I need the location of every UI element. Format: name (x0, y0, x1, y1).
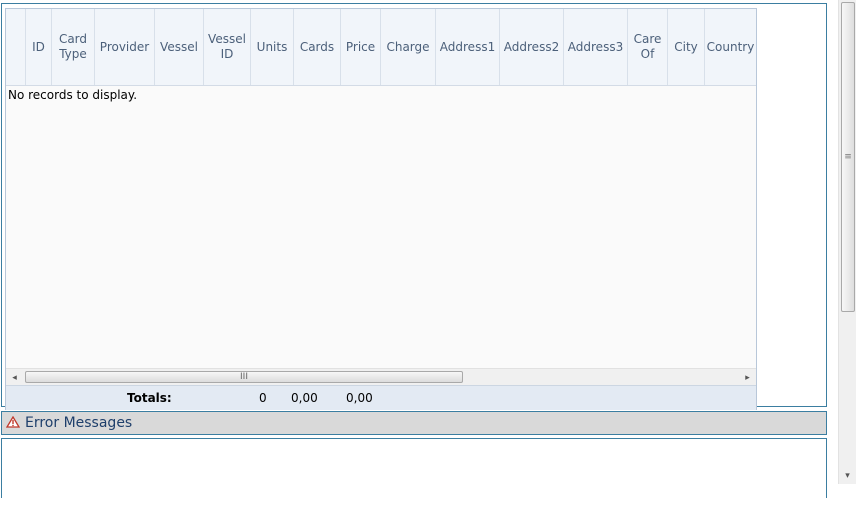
grid-panel: ID Card Type Provider Vessel Vessel ID U… (1, 3, 827, 410)
column-header-vessel-id[interactable]: Vessel ID (204, 9, 251, 85)
grip-icon: ≡ (844, 152, 852, 162)
no-records-message: No records to display. (8, 88, 138, 102)
horizontal-scrollbar[interactable]: ◂ III ▸ (6, 368, 756, 386)
scroll-right-icon[interactable]: ▸ (739, 369, 756, 386)
column-header-id[interactable]: ID (26, 9, 52, 85)
scroll-left-icon[interactable]: ◂ (6, 369, 23, 386)
column-header-address3[interactable]: Address3 (564, 9, 628, 85)
scroll-down-icon[interactable]: ▾ (839, 467, 856, 484)
column-header-address2[interactable]: Address2 (500, 9, 564, 85)
totals-row: Totals: 0 0,00 0,00 (6, 385, 756, 410)
warning-icon (5, 415, 21, 431)
column-header-charge[interactable]: Charge (381, 9, 436, 85)
column-header-vessel[interactable]: Vessel (155, 9, 204, 85)
error-messages-header[interactable]: Error Messages (1, 411, 827, 435)
data-grid: ID Card Type Provider Vessel Vessel ID U… (5, 8, 757, 410)
column-header-provider[interactable]: Provider (95, 9, 155, 85)
column-header-cards[interactable]: Cards (294, 9, 341, 85)
totals-price: 0,00 (346, 391, 373, 405)
totals-label: Totals: (127, 391, 172, 405)
column-header-city[interactable]: City (668, 9, 705, 85)
column-header-price[interactable]: Price (341, 9, 381, 85)
page-vertical-scrollbar[interactable]: ≡ ▾ (838, 0, 856, 484)
column-header-country[interactable]: Country (705, 9, 756, 85)
column-header-select[interactable] (6, 9, 26, 85)
column-header-units[interactable]: Units (251, 9, 294, 85)
error-messages-body (1, 438, 827, 498)
error-messages-title: Error Messages (25, 415, 133, 431)
grid-header-row: ID Card Type Provider Vessel Vessel ID U… (6, 9, 756, 86)
column-header-care-of[interactable]: Care Of (628, 9, 668, 85)
column-header-card-type[interactable]: Card Type (52, 9, 95, 85)
grip-icon: III (240, 372, 248, 382)
column-header-address1[interactable]: Address1 (436, 9, 500, 85)
totals-cards: 0,00 (291, 391, 318, 405)
totals-units: 0 (259, 391, 267, 405)
horizontal-scroll-thumb[interactable]: III (25, 371, 463, 383)
vertical-scroll-thumb[interactable]: ≡ (841, 2, 855, 312)
